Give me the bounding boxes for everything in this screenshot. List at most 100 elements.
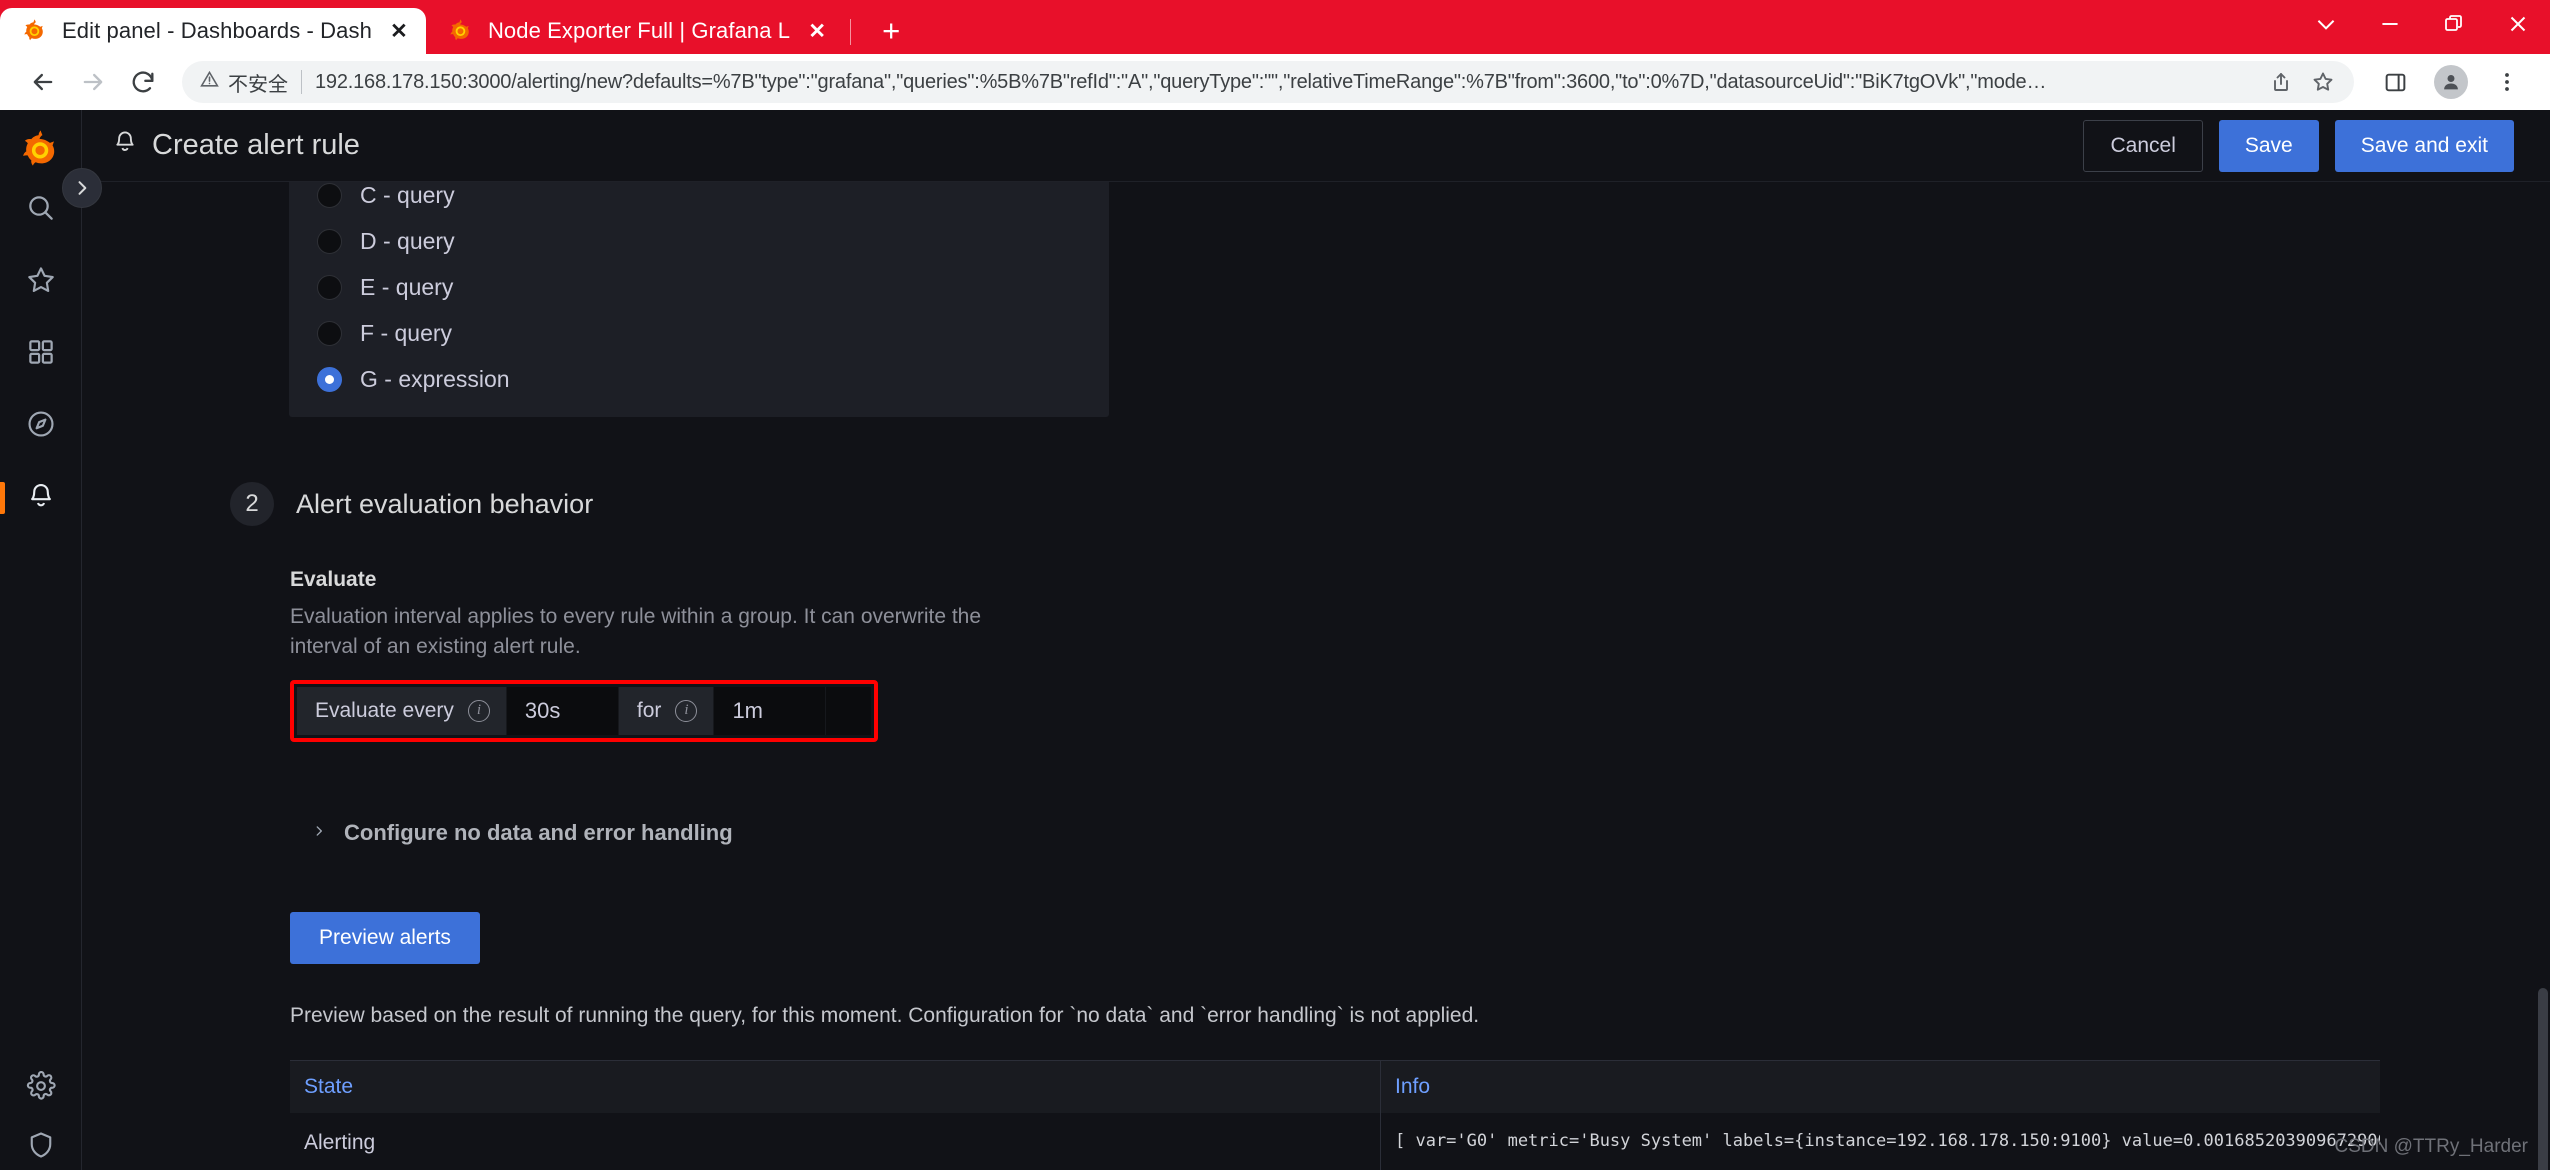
url-text[interactable]: 192.168.178.150:3000/alerting/new?defaul… [315,71,2254,94]
radio-option-c[interactable]: C - query [317,182,1109,218]
sidebar-item-configuration[interactable] [0,1052,82,1124]
restore-icon[interactable] [2422,0,2486,48]
radio-option-f[interactable]: F - query [317,310,1109,356]
radio-dot-icon[interactable] [317,366,342,392]
cancel-button[interactable]: Cancel [2083,119,2203,172]
grafana-favicon-icon [22,18,48,44]
share-icon[interactable] [2260,63,2298,101]
radio-option-d[interactable]: D - query [317,218,1109,264]
radio-dot-icon[interactable] [317,274,342,300]
radio-label: F - query [360,319,453,346]
sidebar-item-starred[interactable] [0,246,82,318]
watermark-text: CSDN @TTRy_Harder [2334,1136,2528,1157]
evaluate-every-prefix: Evaluate every i [297,686,507,735]
omnibox-divider [301,70,302,94]
toolbar-right-actions [2364,57,2532,107]
evaluate-for-input[interactable]: 1m [714,686,827,735]
page-title-text: Create alert rule [152,129,360,161]
gear-icon [26,1070,56,1106]
tab-close-icon[interactable]: ✕ [804,18,830,44]
minimize-icon[interactable] [2358,0,2422,48]
info-circle-icon[interactable]: i [675,699,698,722]
info-circle-icon[interactable]: i [467,699,490,722]
browser-tab-strip: Edit panel - Dashboards - Dash ✕ Node Ex… [0,0,2550,54]
page-scrollbar-track[interactable] [2536,182,2550,1170]
grafana-app: Create alert rule Cancel Save Save and e… [0,110,2550,1170]
profile-avatar-icon[interactable] [2426,57,2476,107]
radio-label: D - query [360,227,455,254]
preview-alerts-button[interactable]: Preview alerts [290,911,480,964]
evaluate-every-input[interactable]: 30s [506,686,619,735]
address-bar[interactable]: 不安全 192.168.178.150:3000/alerting/new?de… [182,61,2354,103]
section-header: 2 Alert evaluation behavior [230,482,2550,526]
save-and-exit-button[interactable]: Save and exit [2334,119,2514,172]
page-content: C - query D - query E - query F - query … [82,182,2550,1170]
cell-state: Alerting [304,1130,376,1154]
reload-icon[interactable] [118,57,168,107]
grid-icon [26,337,56,372]
preview-results-table: State Info Alerting [ var='G0' metric='B… [290,1059,2380,1170]
evaluate-input-group: Evaluate every i 30s for i 1m [297,686,871,735]
back-arrow-icon[interactable] [18,57,68,107]
chevron-right-icon [312,820,326,846]
grafana-favicon-icon [448,18,474,44]
browser-tab-0[interactable]: Edit panel - Dashboards - Dash ✕ [0,8,426,54]
alert-evaluation-behavior-section: 2 Alert evaluation behavior Evaluate Eva… [230,482,2550,1170]
evaluate-for-label: for [636,698,662,722]
browser-tab-1[interactable]: Node Exporter Full | Grafana L ✕ [426,8,844,54]
browser-tab-title: Node Exporter Full | Grafana L [487,18,791,43]
evaluate-input-tail [826,686,871,735]
table-header-row: State Info [290,1060,2380,1113]
close-icon[interactable] [2486,0,2550,48]
preview-description: Preview based on the result of running t… [290,1003,1480,1027]
evaluate-field-description: Evaluation interval applies to every rul… [290,605,982,658]
configure-no-data-collapse[interactable]: Configure no data and error handling [312,820,2550,846]
sidebar-item-dashboards[interactable] [0,318,82,390]
bookmark-star-icon[interactable] [2304,63,2342,101]
sidebar-item-explore[interactable] [0,390,82,462]
radio-dot-icon[interactable] [317,228,342,254]
grafana-sidebar [0,110,82,1170]
evaluate-for-prefix: for i [618,686,715,735]
evaluate-field-label: Evaluate [290,568,377,591]
radio-dot-icon[interactable] [317,320,342,346]
radio-option-e[interactable]: E - query [317,264,1109,310]
radio-dot-icon[interactable] [317,182,342,208]
page-header: Create alert rule Cancel Save Save and e… [82,110,2550,182]
kebab-menu-icon[interactable] [2482,57,2532,107]
cell-info: [ var='G0' metric='Busy System' labels={… [1380,1112,2380,1170]
new-tab-button[interactable]: + [869,8,913,52]
compass-icon [25,408,57,445]
sidebar-item-alerting[interactable] [0,462,82,534]
security-label: 不安全 [228,71,288,96]
tab-close-icon[interactable]: ✕ [386,18,412,44]
chevron-down-icon[interactable] [2294,0,2358,48]
window-controls [2294,0,2550,48]
radio-label: E - query [360,273,454,300]
column-header-info[interactable]: Info [1380,1060,2380,1113]
radio-label: C - query [360,182,455,208]
grafana-main: Create alert rule Cancel Save Save and e… [82,110,2550,1170]
table-row: Alerting [ var='G0' metric='Busy System'… [290,1112,2380,1170]
evaluate-highlight-box: Evaluate every i 30s for i 1m [290,679,878,742]
expand-sidebar-button[interactable] [62,168,102,208]
column-header-state[interactable]: State [290,1061,1380,1113]
page-scrollbar-thumb[interactable] [2538,988,2548,1170]
side-panel-icon[interactable] [2370,57,2420,107]
search-icon [25,192,57,229]
query-selection-panel: C - query D - query E - query F - query … [289,182,1109,417]
section-number-badge: 2 [230,482,274,526]
bell-icon [26,481,56,516]
star-icon [25,264,57,301]
not-secure-warning-icon [200,70,219,94]
grafana-logo-icon[interactable] [17,126,65,174]
save-button[interactable]: Save [2218,119,2319,172]
bell-icon [112,129,138,163]
radio-option-g[interactable]: G - expression [317,356,1109,402]
section-title: Alert evaluation behavior [296,488,594,519]
evaluate-every-label: Evaluate every [315,698,454,722]
tab-separator [850,19,852,45]
sidebar-item-server-admin[interactable] [0,1124,82,1170]
section-body: Evaluate Evaluation interval applies to … [290,568,2550,1170]
forward-arrow-icon[interactable] [68,57,118,107]
